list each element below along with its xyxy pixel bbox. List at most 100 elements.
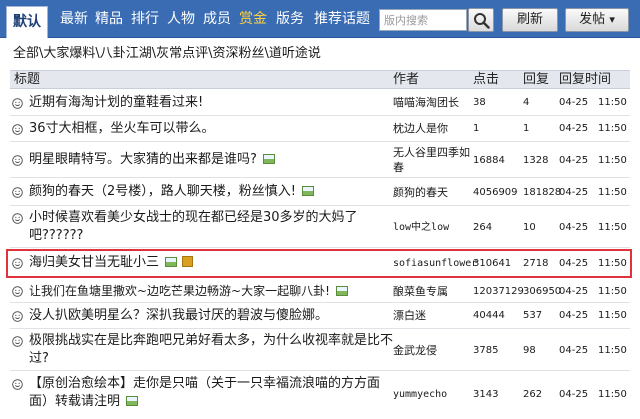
smiley-icon [12,286,23,297]
view-count: 1 [473,123,480,134]
reply-count: 181828 [523,187,562,198]
bounty-badge-icon [182,256,194,267]
reply-time: 04-25 11:50 [559,389,627,400]
tab-ranking[interactable]: 排行 [131,0,159,38]
author-link[interactable]: yummyecho [393,387,473,402]
top-nav-bar: 默认 最新 精品 排行 人物 成员 赏金 版务 推荐话题 刷新 发帖 ▾ [0,0,640,38]
table-row[interactable]: 极限挑战实在是比奔跑吧兄弟好看太多，为什么收视率就是比不过? 金武龙侵 3785… [10,329,630,371]
view-count: 12037129 [473,286,524,297]
author-link[interactable]: sofiasunflower [393,256,477,271]
header-title: 标题 [14,72,41,87]
tab-recommended-topics[interactable]: 推荐话题 [314,0,370,38]
reply-count: 10 [523,222,536,233]
reply-time: 04-25 11:50 [559,222,627,233]
table-row[interactable]: 明星眼睛特写。大家猜的出来都是谁吗? 无人谷里四季如春 16884 1328 0… [10,142,630,178]
smiley-icon [12,187,23,198]
table-header: 标题 作者 点击 回复 回复时间 [10,70,630,89]
reply-time: 04-25 11:50 [559,187,627,198]
tab-default[interactable]: 默认 [6,6,48,38]
thread-title-link[interactable]: 明星眼睛特写。大家猜的出来都是谁吗? [29,151,275,169]
thread-title-link[interactable]: 颜狗的春天（2号楼），路人聊天楼，粉丝慎入! [29,183,314,201]
author-link[interactable]: 酿菜鱼专属 [393,284,473,299]
reply-count: 2718 [523,258,549,269]
image-icon [126,396,139,406]
tab-featured[interactable]: 精品 [95,0,123,38]
thread-title-link[interactable]: 海归美女甘当无耻小三 [29,254,194,272]
post-button-label: 发帖 [579,12,606,27]
author-link[interactable]: 枕边人是你 [393,121,473,136]
reply-count: 1328 [523,155,549,166]
header-replies: 回复 [523,72,550,87]
table-row[interactable]: 颜狗的春天（2号楼），路人聊天楼，粉丝慎入! 颜狗的春天 4056909 181… [10,178,630,206]
author-link[interactable]: 金武龙侵 [393,343,473,358]
thread-title-link[interactable]: 小时候喜欢看美少女战士的现在都已经是30多岁的大妈了吧?????? [29,209,369,245]
reply-time: 04-25 11:50 [559,155,627,166]
thread-title-link[interactable]: 让我们在鱼塘里撒欢~边吃芒果边畅游~大家一起聊八卦! [29,282,348,300]
reply-time: 04-25 11:50 [559,123,627,134]
smiley-icon [12,336,23,347]
author-link[interactable]: low中之low [393,220,473,235]
reply-time: 04-25 11:50 [559,97,627,108]
author-link[interactable]: 漂白迷 [393,308,473,323]
table-row[interactable]: 【原创治愈绘本】走你是只喵（关于一只幸福流浪喵的方方面面）转载请注明 yummy… [10,372,630,418]
smiley-icon [12,258,23,269]
image-icon [301,186,314,196]
image-icon [262,154,275,164]
smiley-icon [12,124,23,135]
smiley-icon [12,155,23,166]
smiley-icon [12,379,23,390]
image-icon [335,286,348,296]
reply-count: 537 [523,310,543,321]
reply-time: 04-25 11:50 [559,310,627,321]
reply-time: 04-25 11:50 [559,345,627,356]
author-link[interactable]: 无人谷里四季如春 [393,145,473,175]
thread-title-link[interactable]: 极限挑战实在是比奔跑吧兄弟好看太多，为什么收视率就是比不过? [29,332,399,368]
category-breadcrumb[interactable]: 全部\大家爆料\八卦江湖\灰常点评\资深粉丝\道听途说 [13,45,321,63]
header-reply-time: 回复时间 [559,72,612,87]
search-icon [474,13,490,29]
header-author: 作者 [393,72,420,87]
view-count: 40444 [473,310,505,321]
tab-people[interactable]: 人物 [167,0,195,38]
reply-count: 306950 [523,286,562,297]
view-count: 3785 [473,345,499,356]
view-count: 3143 [473,389,499,400]
reply-count: 4 [523,97,530,108]
table-row[interactable]: 让我们在鱼塘里撒欢~边吃芒果边畅游~大家一起聊八卦! 酿菜鱼专属 1203712… [10,279,630,303]
post-button[interactable]: 发帖 ▾ [565,8,629,32]
thread-title-link[interactable]: 近期有海淘计划的童鞋看过来! [29,94,203,112]
refresh-button[interactable]: 刷新 [502,8,558,32]
tab-admin[interactable]: 版务 [276,0,304,38]
reply-time: 04-25 11:50 [559,286,627,297]
image-icon [165,257,178,267]
thread-title-link[interactable]: 【原创治愈绘本】走你是只喵（关于一只幸福流浪喵的方方面面）转载请注明 [29,375,394,411]
table-row[interactable]: 36寸大相框，坐火车可以带么。 枕边人是你 1 1 04-25 11:50 [10,116,630,142]
view-count: 4056909 [473,187,518,198]
thread-title-link[interactable]: 没人扒欧美明星么？深扒我最讨厌的碧波与傻脸娜。 [29,307,328,325]
smiley-icon [12,311,23,322]
search-button[interactable] [468,8,494,32]
view-count: 38 [473,97,486,108]
reply-time: 04-25 11:50 [559,258,627,269]
reply-count: 262 [523,389,543,400]
view-count: 264 [473,222,493,233]
header-views: 点击 [473,72,500,87]
smiley-icon [12,98,23,109]
table-row[interactable]: 近期有海淘计划的童鞋看过来! 喵喵海淘团长 38 4 04-25 11:50 [10,90,630,116]
smiley-icon [12,213,23,224]
author-link[interactable]: 颜狗的春天 [393,185,473,200]
thread-title-link[interactable]: 36寸大相框，坐火车可以带么。 [29,120,215,138]
table-row[interactable]: 海归美女甘当无耻小三 sofiasunflower 310641 2718 04… [10,249,630,278]
view-count: 310641 [473,258,512,269]
tab-latest[interactable]: 最新 [60,0,88,38]
search-input[interactable] [379,9,467,31]
tab-bounty[interactable]: 赏金 [239,0,267,38]
reply-count: 98 [523,345,536,356]
table-row[interactable]: 没人扒欧美明星么？深扒我最讨厌的碧波与傻脸娜。 漂白迷 40444 537 04… [10,303,630,329]
reply-count: 1 [523,123,530,134]
author-link[interactable]: 喵喵海淘团长 [393,95,473,110]
view-count: 16884 [473,155,505,166]
table-row[interactable]: 小时候喜欢看美少女战士的现在都已经是30多岁的大妈了吧?????? low中之l… [10,206,630,248]
chevron-down-icon: ▾ [609,13,615,26]
tab-members[interactable]: 成员 [203,0,231,38]
